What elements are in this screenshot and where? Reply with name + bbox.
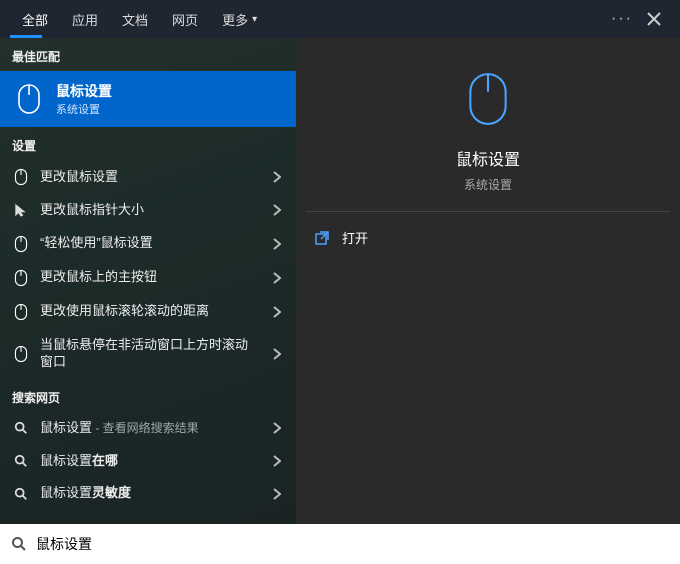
search-icon: [12, 421, 30, 435]
result-label: “轻松使用”鼠标设置: [40, 235, 260, 252]
open-icon: [314, 230, 330, 246]
settings-result-wheel-distance[interactable]: 更改使用鼠标滚轮滚动的距离: [0, 295, 296, 329]
detail-panel: 鼠标设置 系统设置 打开: [296, 38, 680, 524]
cursor-icon: [12, 203, 30, 217]
open-action[interactable]: 打开: [296, 212, 680, 263]
section-web: 搜索网页: [0, 379, 296, 412]
mouse-icon: [12, 345, 30, 363]
chevron-down-icon: ▾: [252, 14, 257, 25]
mouse-icon: [12, 82, 46, 116]
best-match-title: 鼠标设置: [56, 81, 112, 101]
tab-all[interactable]: 全部: [10, 0, 60, 38]
result-label: 鼠标设置在哪: [40, 453, 260, 470]
result-label: 更改鼠标指针大小: [40, 202, 260, 219]
chevron-right-icon: [270, 238, 284, 250]
tab-documents[interactable]: 文档: [110, 0, 160, 38]
chevron-right-icon: [270, 455, 284, 467]
search-scope-tabs: 全部 应用 文档 网页 更多 ▾ ···: [0, 0, 680, 38]
tab-more-label: 更多: [222, 10, 248, 29]
search-icon: [12, 487, 30, 501]
mouse-icon: [12, 168, 30, 186]
result-label: 当鼠标悬停在非活动窗口上方时滚动窗口: [40, 337, 260, 371]
tab-web[interactable]: 网页: [160, 0, 210, 38]
search-icon: [12, 454, 30, 468]
mouse-icon: [12, 235, 30, 253]
results-panel: 最佳匹配 鼠标设置 系统设置 设置 更改鼠标设置: [0, 38, 296, 524]
section-settings: 设置: [0, 127, 296, 160]
mouse-icon: [460, 66, 516, 132]
web-result-search[interactable]: 鼠标设置 - 查看网络搜索结果: [0, 412, 296, 445]
chevron-right-icon: [270, 306, 284, 318]
chevron-right-icon: [270, 272, 284, 284]
tab-more[interactable]: 更多 ▾: [210, 0, 269, 38]
result-label: 更改鼠标上的主按钮: [40, 269, 260, 286]
close-icon: [647, 12, 661, 26]
detail-subtitle: 系统设置: [464, 176, 512, 193]
web-result-sensitivity[interactable]: 鼠标设置灵敏度: [0, 477, 296, 510]
result-label: 更改使用鼠标滚轮滚动的距离: [40, 303, 260, 320]
best-match-subtitle: 系统设置: [56, 101, 112, 117]
open-label: 打开: [342, 228, 368, 247]
detail-title: 鼠标设置: [456, 146, 520, 170]
settings-result-hover-scroll[interactable]: 当鼠标悬停在非活动窗口上方时滚动窗口: [0, 329, 296, 379]
best-match-item[interactable]: 鼠标设置 系统设置: [0, 71, 296, 127]
chevron-right-icon: [270, 171, 284, 183]
search-bar: [0, 524, 680, 564]
chevron-right-icon: [270, 348, 284, 360]
settings-result-ease-mouse[interactable]: “轻松使用”鼠标设置: [0, 227, 296, 261]
result-label: 更改鼠标设置: [40, 169, 260, 186]
web-result-where[interactable]: 鼠标设置在哪: [0, 445, 296, 478]
chevron-right-icon: [270, 422, 284, 434]
tab-apps[interactable]: 应用: [60, 0, 110, 38]
result-label: 鼠标设置 - 查看网络搜索结果: [40, 420, 260, 437]
search-icon: [10, 536, 28, 552]
mouse-icon: [12, 269, 30, 287]
chevron-right-icon: [270, 488, 284, 500]
mouse-icon: [12, 303, 30, 321]
chevron-right-icon: [270, 204, 284, 216]
settings-result-pointer-size[interactable]: 更改鼠标指针大小: [0, 194, 296, 227]
close-button[interactable]: [638, 0, 670, 38]
section-best-match: 最佳匹配: [0, 38, 296, 71]
result-label: 鼠标设置灵敏度: [40, 485, 260, 502]
more-options-button[interactable]: ···: [606, 10, 638, 28]
settings-result-change-mouse[interactable]: 更改鼠标设置: [0, 160, 296, 194]
settings-result-primary-button[interactable]: 更改鼠标上的主按钮: [0, 261, 296, 295]
search-input[interactable]: [36, 536, 670, 552]
